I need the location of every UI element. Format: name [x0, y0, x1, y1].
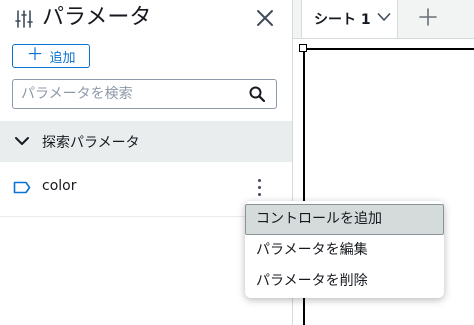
menu-item-add-control[interactable]: コントロールを追加 — [245, 204, 444, 235]
parameter-name: color — [42, 178, 77, 194]
sliders-icon — [15, 10, 33, 28]
search-box — [12, 79, 277, 109]
chevron-down-icon[interactable] — [377, 12, 391, 22]
chevron-down-icon — [15, 137, 29, 145]
plus-icon: ＋ — [26, 45, 44, 65]
close-icon[interactable] — [255, 8, 275, 28]
panel-header: パラメータ — [0, 0, 292, 40]
sheet-tab-bar: シート 1 — [293, 0, 474, 39]
visual-border-top — [303, 48, 474, 50]
parameter-context-menu: コントロールを追加 パラメータを編集 パラメータを削除 — [245, 201, 444, 298]
add-parameter-button[interactable]: ＋ 追加 — [12, 44, 90, 68]
menu-item-edit-parameter[interactable]: パラメータを編集 — [245, 235, 444, 266]
tag-icon — [13, 181, 31, 194]
section-header-explore-parameters[interactable]: 探索パラメータ — [0, 121, 292, 162]
tab-label: シート 1 — [314, 12, 371, 28]
section-label: 探索パラメータ — [42, 135, 140, 151]
add-sheet-icon[interactable] — [418, 6, 438, 28]
add-button-label: 追加 — [49, 50, 76, 66]
kebab-icon[interactable] — [252, 175, 268, 199]
tab-sheet-1[interactable]: シート 1 — [301, 0, 398, 38]
resize-handle[interactable] — [299, 44, 307, 52]
search-icon[interactable] — [249, 86, 265, 102]
menu-item-delete-parameter[interactable]: パラメータを削除 — [245, 266, 444, 297]
search-input[interactable] — [21, 80, 241, 108]
panel-title: パラメータ — [42, 5, 152, 30]
